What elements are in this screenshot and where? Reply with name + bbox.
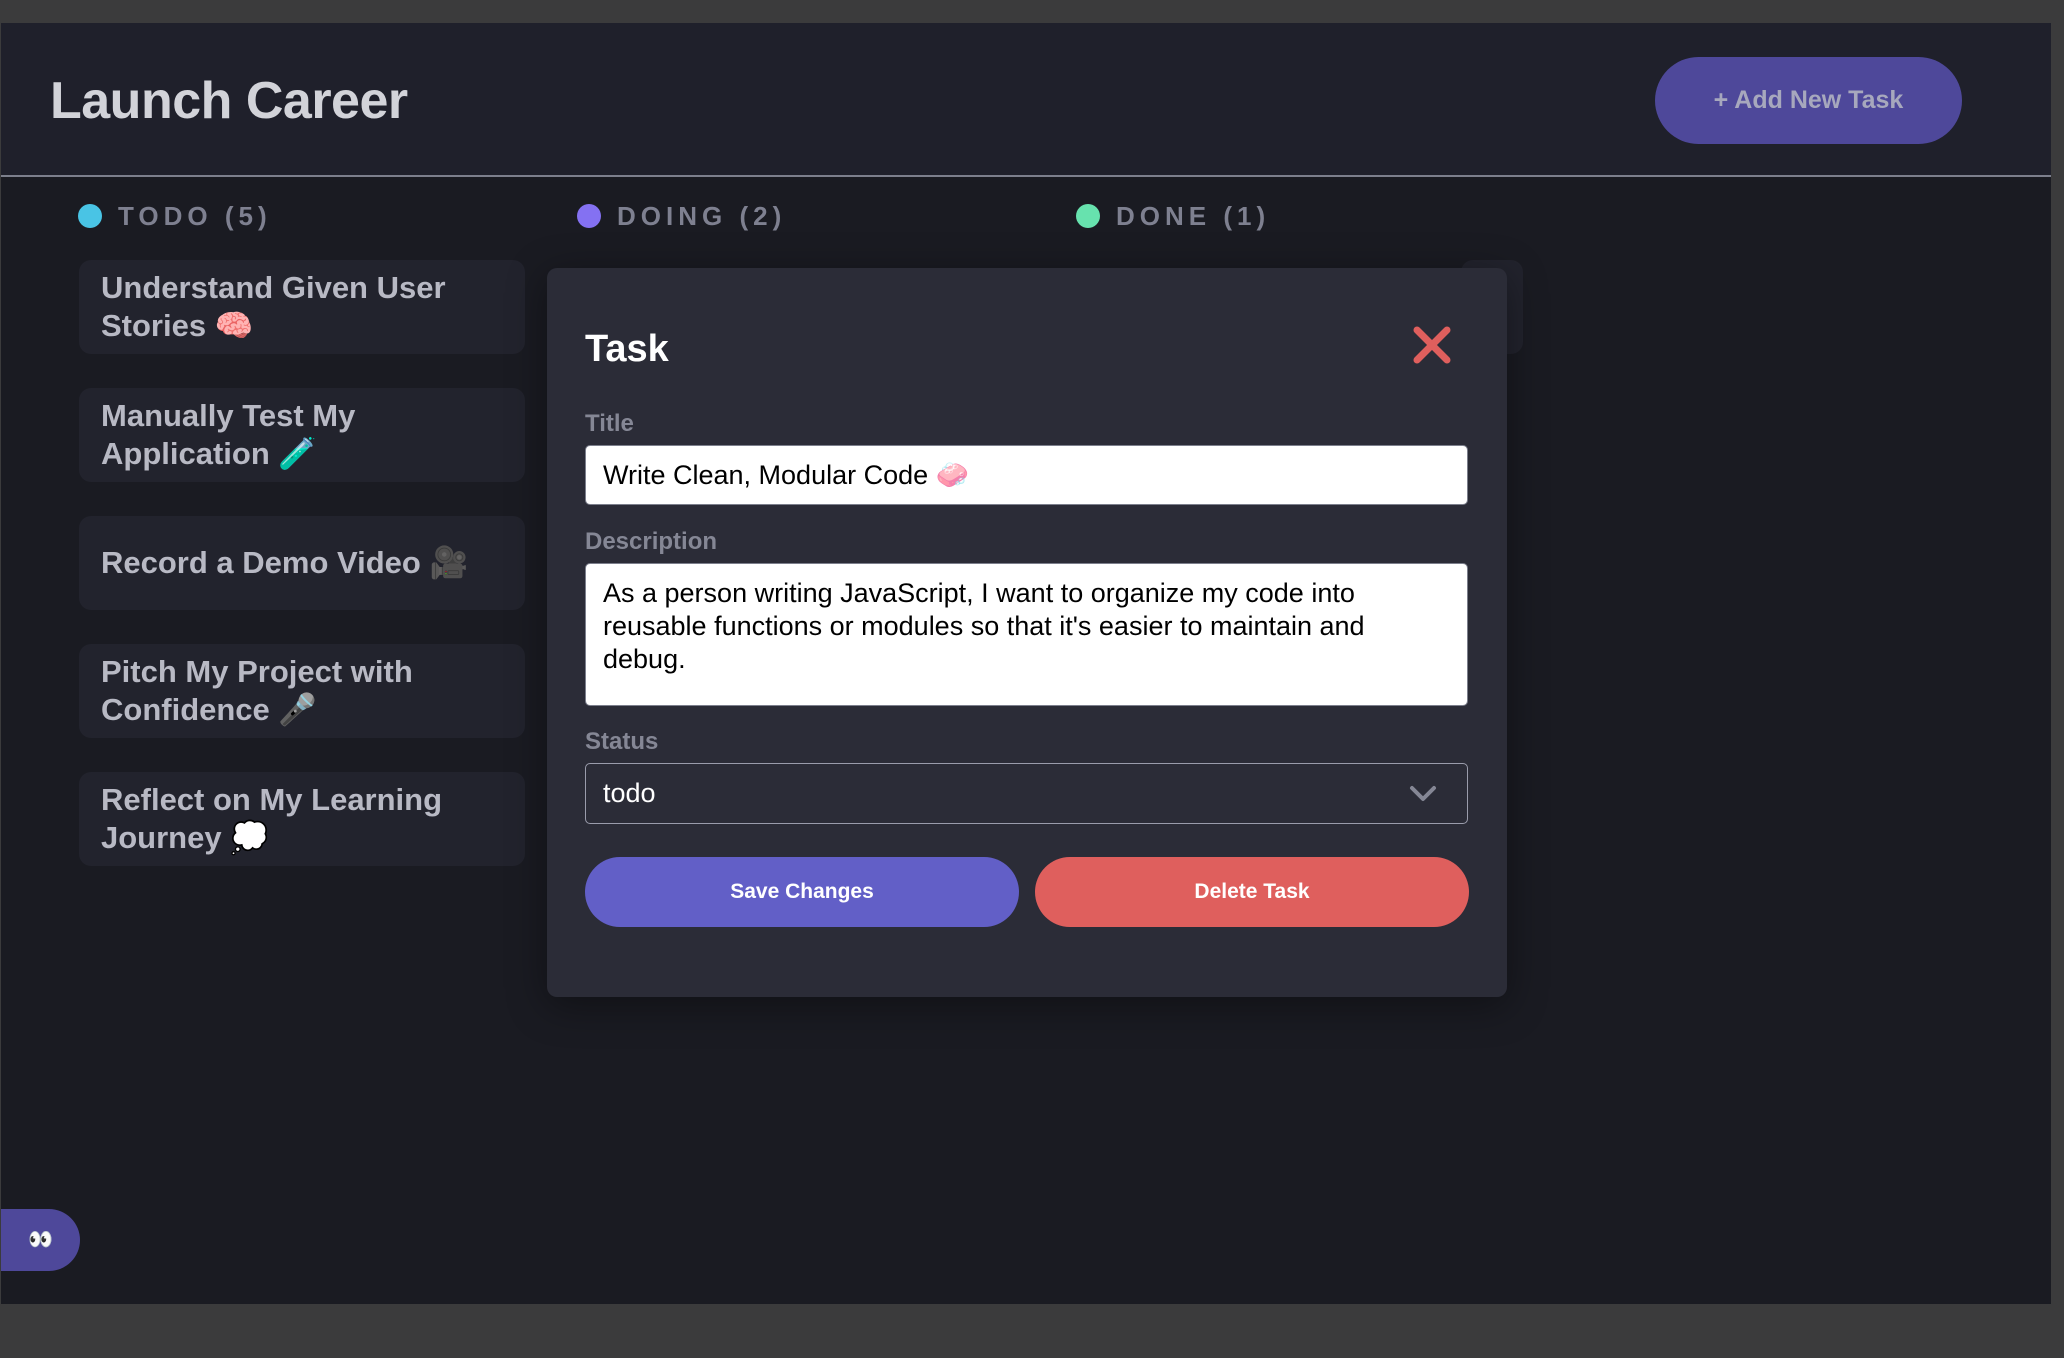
description-textarea[interactable]: As a person writing JavaScript, I want t… [585,563,1468,706]
description-field-label: Description [585,528,718,555]
add-new-task-button[interactable]: + Add New Task [1655,57,1962,144]
column-header-doing: DOING (2) [577,196,786,236]
board-app: Launch Career + Add New Task TODO (5) DO… [1,23,2051,1304]
task-card[interactable]: Reflect on My Learning Journey 💭 [79,772,525,866]
done-status-dot [1076,204,1100,228]
save-changes-button[interactable]: Save Changes [585,857,1019,927]
eyes-icon: 👀 [28,1229,53,1251]
board-header: Launch Career + Add New Task [1,23,2051,177]
column-header-label: TODO (5) [118,200,272,231]
task-card[interactable]: Pitch My Project with Confidence 🎤 [79,644,525,738]
status-select-value: todo [603,778,656,808]
doing-status-dot [577,204,601,228]
column-header-todo: TODO (5) [78,196,272,236]
chevron-down-icon [1410,786,1436,801]
board-title: Launch Career [50,72,408,130]
task-modal: Task Title Write Clean, Modular Code 🧼 D… [547,268,1507,997]
title-field-label: Title [585,410,634,437]
task-card[interactable]: Understand Given User Stories 🧠 [79,260,525,354]
delete-task-button[interactable]: Delete Task [1035,857,1469,927]
status-field-label: Status [585,728,659,755]
column-header-done: DONE (1) [1076,196,1270,236]
toggle-sidebar-button[interactable]: 👀 [1,1209,80,1271]
modal-heading: Task [585,328,669,370]
todo-status-dot [78,204,102,228]
status-select[interactable]: todo [585,763,1468,824]
column-header-label: DONE (1) [1116,200,1271,231]
task-card[interactable]: Record a Demo Video 🎥 [79,516,525,610]
close-icon[interactable] [1411,324,1453,366]
title-input[interactable]: Write Clean, Modular Code 🧼 [585,445,1468,505]
column-header-label: DOING (2) [617,200,787,231]
task-card[interactable]: Manually Test My Application 🧪 [79,388,525,482]
